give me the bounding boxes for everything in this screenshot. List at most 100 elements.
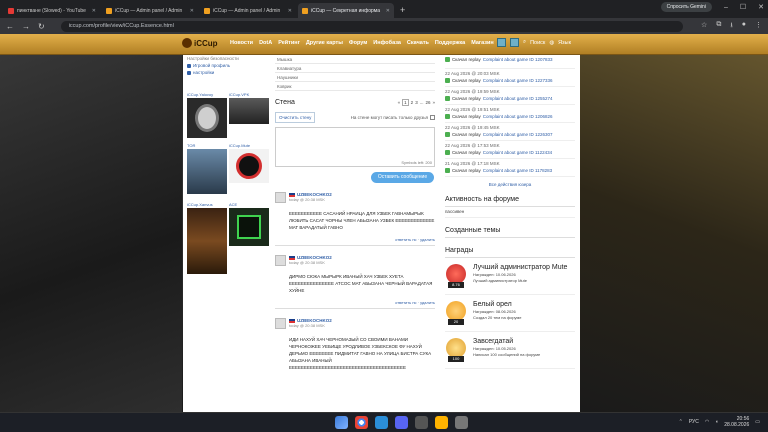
nav-support[interactable]: Поддержка [435,40,465,46]
globe-icon[interactable]: ◍ [549,40,554,46]
activity-date: 22 Aug 2026 @ 20:03 MSK [445,71,500,76]
award-badge: 8.76 [448,282,464,288]
browser-tab-1[interactable]: пинктване (Slowed) - YouTube ✕ [4,3,100,18]
language-link[interactable]: Язык [558,40,571,46]
browser-tab-2[interactable]: iCCup — Admin panel / Admin ✕ [102,3,198,18]
friend-avatar[interactable] [187,208,227,274]
page-link[interactable]: 3 [415,100,418,105]
bookmark-star-icon[interactable]: ☆ [701,21,707,32]
friend-card[interactable]: iCCup.VPK [229,92,269,124]
reload-icon[interactable]: ↻ [38,22,45,31]
activity-action: Скачал replay [452,96,481,101]
activity-link[interactable]: Complaint about game ID 1206826 [483,114,553,119]
activity-action: Скачал replay [452,57,481,62]
messages-icon[interactable] [510,38,519,47]
nav-other-maps[interactable]: Другие карты [306,40,343,46]
send-message-button[interactable]: Оставить сообщение [371,172,434,183]
accessory-row: Коврик [275,82,435,91]
close-icon[interactable]: ✕ [190,8,194,14]
browser-tab-4[interactable]: iCCup — Секретная информа ✕ [298,3,394,18]
post-actions[interactable]: ответить нс · удалить [275,237,435,246]
nav-download[interactable]: Скачать [407,40,429,46]
nav-infobase[interactable]: Инфобаза [373,40,401,46]
menu-settings[interactable]: настройки [187,69,271,76]
page-next[interactable]: » [432,100,435,105]
post-actions[interactable]: ответить нс · удалить [275,300,435,309]
site-logo[interactable]: iCCup [182,38,218,48]
windows-start-icon[interactable] [335,416,348,429]
keyboard-language[interactable]: РУС [689,419,699,425]
browser-tab-3[interactable]: iCCup — Admin panel / Admin ✕ [200,3,296,18]
address-bar[interactable]: iccup.com/profile/view/iCCup.Essence.htm… [60,20,684,32]
activity-link[interactable]: Complaint about game ID 1255274 [483,96,553,101]
back-icon[interactable]: ← [6,22,14,31]
nav-forum[interactable]: Форум [349,40,367,46]
notifications-icon[interactable]: ▭ [755,419,760,425]
post-avatar[interactable] [275,192,286,203]
profile-avatar-icon[interactable]: ● [742,21,746,32]
tray-chevron-icon[interactable]: ⌃ [679,419,683,425]
close-window-icon[interactable]: ✕ [758,3,764,11]
friend-card[interactable]: TOR [187,143,227,194]
gemini-button[interactable]: Спросить Gemini [660,2,712,12]
discord-icon[interactable] [395,416,408,429]
wall-post: UZBEKOCHKO2 today @ 20:38 MSK ДИРМО СЮКА… [275,255,435,309]
menu-security[interactable]: Настройки безопасности [187,55,271,62]
nav-dota[interactable]: DotA [259,40,272,46]
friend-avatar[interactable] [187,149,227,194]
nav-shop[interactable]: Магазин [471,40,494,46]
menu-icon[interactable]: ⋮ [755,21,762,32]
activity-link[interactable]: Complaint about game ID 1122434 [483,150,552,155]
friend-card[interactable]: iCCup.Mute [229,143,269,183]
clear-wall-button[interactable]: Очистить стену [275,112,316,123]
activity-link[interactable]: Complaint about game ID 1226307 [483,132,553,137]
activity-link[interactable]: Complaint about game ID 1178283 [483,168,552,173]
iccup-icon [106,7,112,14]
friend-card[interactable]: ACE [229,202,269,246]
new-tab-button[interactable]: + [400,3,405,18]
wifi-icon[interactable]: ◠ [705,419,709,425]
friend-card[interactable]: iCCup.Yalovoy [187,92,227,138]
activity-link[interactable]: Complaint about game ID 1227336 [483,78,553,83]
page-link[interactable]: 26 [425,100,430,105]
activity-link[interactable]: Complaint about game ID 1207833 [483,57,553,62]
friend-avatar[interactable] [229,98,269,124]
close-icon[interactable]: ✕ [288,8,292,14]
post-time: today @ 20:38 MSK [289,197,325,202]
friend-avatar[interactable] [229,149,269,183]
post-avatar[interactable] [275,255,286,266]
activity-date: 22 Aug 2026 @ 19:51 MSK [445,107,500,112]
wall-message-input[interactable]: Symbols left: 200 [275,127,435,167]
friend-avatar[interactable] [187,98,227,138]
system-clock[interactable]: 20:56 28.08.2026 [724,416,749,428]
nav-rating[interactable]: Рейтинг [278,40,300,46]
file-explorer-icon[interactable] [435,416,448,429]
user-icon[interactable] [497,38,506,47]
page-current[interactable]: 1 [402,99,409,106]
forward-icon[interactable]: → [22,22,30,31]
close-icon[interactable]: ✕ [92,8,96,14]
friend-card[interactable]: iCCup.Xanvus [187,202,227,274]
game-app-icon[interactable] [455,416,468,429]
extensions-icon[interactable]: ⧉ [716,21,721,32]
post-avatar[interactable] [275,318,286,329]
page-prev[interactable]: « [398,100,401,105]
search-link[interactable]: Поиск [530,40,545,46]
download-icon [445,57,450,62]
friends-only-checkbox[interactable] [430,115,435,120]
menu-game-profile[interactable]: Игровой профиль [187,62,271,69]
telegram-icon[interactable] [375,416,388,429]
page-link[interactable]: 2 [411,100,414,105]
all-user-actions-link[interactable]: Все действия юзера [445,182,575,187]
chrome-icon[interactable] [355,416,368,429]
maximize-icon[interactable]: ☐ [740,3,746,11]
download-icon[interactable]: ⭳ [730,21,732,32]
minimize-icon[interactable]: – [724,4,728,11]
close-icon[interactable]: ✕ [386,8,390,14]
friend-avatar[interactable] [229,208,269,246]
nav-news[interactable]: Новости [230,40,253,46]
steam-icon[interactable] [415,416,428,429]
search-icon[interactable]: ⌕ [523,39,526,46]
tab-title: iCCup — Секретная информа [311,7,381,14]
volume-icon[interactable]: ◖ [715,419,718,425]
